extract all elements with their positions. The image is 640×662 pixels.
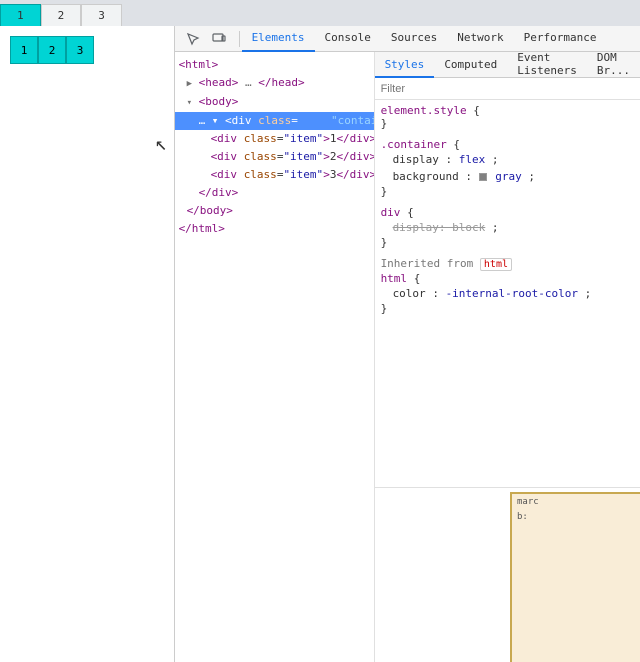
css-rule-container: .container { display : flex ; background… xyxy=(381,138,634,198)
styles-content[interactable]: element.style { } .container { xyxy=(375,100,640,487)
device-toggle-btn[interactable] xyxy=(207,28,231,50)
styles-tab-dom-breakpoints[interactable]: DOM Br... xyxy=(587,52,640,78)
tree-line-container[interactable]: … ▾ <div class= "container"> == $0 xyxy=(175,112,374,130)
devtools-body: <html> ▶ <head> … </head> ▾ <body> … ▾ <… xyxy=(175,52,640,662)
css-property-background: background : gray ; xyxy=(381,168,634,185)
box-model-outer: marc b: xyxy=(510,492,640,662)
styles-tabs: Styles Computed Event Listeners DOM Br..… xyxy=(375,52,640,78)
tree-line-head: ▶ <head> … </head> xyxy=(175,74,374,93)
browser-tab-empty xyxy=(122,4,640,26)
css-close-brace: } xyxy=(381,117,634,130)
cursor-arrow: ↖ xyxy=(155,131,167,155)
tree-line-body: ▾ <body> xyxy=(175,93,374,112)
tab-performance[interactable]: Performance xyxy=(514,26,607,52)
tree-line-item2: <div class="item">2</div> xyxy=(175,148,374,166)
main-area: 1 2 3 ↖ xyxy=(0,26,640,662)
preview-item-3: 3 xyxy=(66,36,94,64)
preview-pane: 1 2 3 ↖ xyxy=(0,26,175,662)
inherited-label: Inherited from html xyxy=(381,257,634,270)
box-model-margin-label: marc xyxy=(517,497,539,507)
tree-line-div-close: </div> xyxy=(175,184,374,202)
css-selector-html: html { xyxy=(381,272,634,285)
styles-panel: Styles Computed Event Listeners DOM Br..… xyxy=(375,52,640,662)
devtools-top-tabs: Elements Console Sources Network Perform… xyxy=(175,26,640,52)
css-selector-div: div { xyxy=(381,206,634,219)
styles-tab-event-listeners[interactable]: Event Listeners xyxy=(507,52,587,78)
css-property-color: color : -internal-root-color ; xyxy=(381,285,634,302)
css-rule-div: div { display: block ; } xyxy=(381,206,634,249)
inspector-icon xyxy=(186,32,200,46)
devtools-panel: Elements Console Sources Network Perform… xyxy=(175,26,640,662)
css-rule-element-style: element.style { } xyxy=(381,104,634,130)
styles-tab-styles[interactable]: Styles xyxy=(375,52,435,78)
browser-tabs: 1 2 3 xyxy=(0,0,640,26)
tree-line-item3: <div class="item">3</div> xyxy=(175,166,374,184)
filter-input[interactable] xyxy=(381,83,634,95)
css-property-display-block: display: block ; xyxy=(381,219,634,236)
styles-tab-computed[interactable]: Computed xyxy=(434,52,507,78)
preview-flex-container: 1 2 3 xyxy=(0,26,174,74)
css-selector-element-style: element.style { xyxy=(381,104,634,117)
css-close-brace-html: } xyxy=(381,302,634,315)
tree-line-html: <html> xyxy=(175,56,374,74)
css-close-brace-container: } xyxy=(381,185,634,198)
box-model-border-label: b: xyxy=(517,512,528,522)
preview-item-2: 2 xyxy=(38,36,66,64)
tab-elements[interactable]: Elements xyxy=(242,26,315,52)
inherited-tag-badge: html xyxy=(480,258,512,271)
preview-content: 1 2 3 ↖ xyxy=(0,26,174,662)
tree-line-html-close: </html> xyxy=(175,220,374,238)
devtools-icons-group xyxy=(175,28,237,50)
css-close-brace-div: } xyxy=(381,236,634,249)
filter-bar xyxy=(375,78,640,100)
preview-item-1: 1 xyxy=(10,36,38,64)
tab-network[interactable]: Network xyxy=(447,26,513,52)
css-selector-container: .container { xyxy=(381,138,634,151)
browser-tab-1[interactable]: 1 xyxy=(0,4,41,26)
tree-line-body-close: </body> xyxy=(175,202,374,220)
browser-tab-3[interactable]: 3 xyxy=(81,4,122,26)
divider xyxy=(239,31,240,47)
css-rule-html: html { color : -internal-root-color ; } xyxy=(381,272,634,315)
device-icon xyxy=(212,32,226,46)
tab-sources[interactable]: Sources xyxy=(381,26,447,52)
html-tree[interactable]: <html> ▶ <head> … </head> ▾ <body> … ▾ <… xyxy=(175,52,375,662)
tree-line-item1: <div class="item">1</div> xyxy=(175,130,374,148)
box-model-area: marc b: xyxy=(375,487,640,662)
css-property-display-flex: display : flex ; xyxy=(381,151,634,168)
color-swatch-gray[interactable] xyxy=(479,173,487,181)
inspector-icon-btn[interactable] xyxy=(181,28,205,50)
tab-console[interactable]: Console xyxy=(315,26,381,52)
browser-tab-2[interactable]: 2 xyxy=(41,4,82,26)
